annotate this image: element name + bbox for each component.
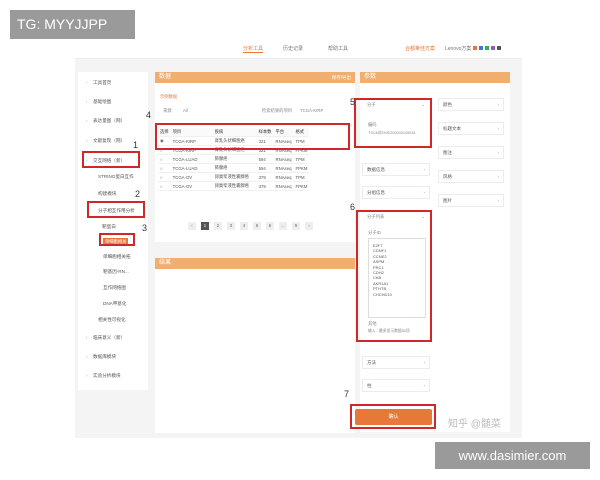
table-row[interactable]: ○ TCGA-OV 卵巢浆液性囊腺癌 379 RNAseq TPM bbox=[158, 172, 310, 182]
sample-data-link[interactable]: 示例数据 bbox=[160, 94, 177, 100]
page-next[interactable]: › bbox=[305, 222, 313, 230]
project-label: 检索结果的项目 bbox=[262, 108, 293, 113]
tab-history[interactable]: 历史记录 bbox=[283, 45, 303, 52]
facet-select[interactable]: 图片 › bbox=[438, 194, 504, 207]
data-panel-header: 数据 保存/导出 bbox=[155, 72, 355, 83]
table-row[interactable]: ○ TCGA-LUAD 肺腺癌 594 RNAseq TPM bbox=[158, 154, 310, 164]
annotation-number-4: 4 bbox=[146, 110, 152, 120]
page-button[interactable]: 2 bbox=[214, 222, 222, 230]
sidebar-item-network-graph[interactable]: 互作网络图 bbox=[103, 285, 126, 291]
style-select[interactable]: 风格 › bbox=[438, 170, 504, 183]
result-panel-title: 结果 bbox=[159, 260, 172, 266]
annotation-number-6: 6 bbox=[350, 202, 356, 212]
table-row[interactable]: ○ TCGA-LUAD 肺腺癌 594 RNAseq FPKM bbox=[158, 163, 310, 173]
source-label: 来源 bbox=[163, 108, 172, 113]
result-panel-header: 结果 bbox=[155, 258, 355, 269]
annotation-number-3: 3 bbox=[142, 223, 148, 233]
tab-help-tools[interactable]: 帮助工具 bbox=[328, 45, 348, 52]
sidebar-item-experiment[interactable]: 实验分析模块 bbox=[93, 373, 121, 379]
sidebar-item-target-protein[interactable]: 靶蛋白 bbox=[102, 224, 116, 230]
sidebar-item-basic-plot[interactable]: 基础绘图 bbox=[93, 99, 111, 105]
annotation-box-2 bbox=[87, 201, 145, 218]
annotation-number-5: 5 bbox=[350, 97, 356, 107]
export-button[interactable]: 保存/导出 bbox=[332, 72, 351, 83]
sidebar-item-database[interactable]: 数据库模块 bbox=[93, 354, 116, 360]
sidebar-item-expression[interactable]: 表达量图（网） bbox=[93, 118, 125, 124]
page-button[interactable]: 4 bbox=[240, 222, 248, 230]
radio[interactable]: ○ bbox=[158, 154, 171, 164]
page-button[interactable]: 6 bbox=[266, 222, 274, 230]
sidebar-item-single-cell-ext[interactable]: 单细胞相关拓 bbox=[103, 254, 131, 260]
annotation-box-3 bbox=[99, 233, 135, 246]
sidebar-item-target-rna[interactable]: 靶基因-RN... bbox=[103, 269, 129, 275]
watermark-zhihu: 知乎 @髄菜 bbox=[448, 419, 501, 430]
sidebar-item-dna-methylation[interactable]: DNA甲基化 bbox=[103, 301, 126, 307]
source-select[interactable]: All bbox=[183, 108, 188, 113]
data-info-select[interactable]: 数据信息 › bbox=[362, 163, 430, 176]
params-panel-header: 参数 bbox=[360, 72, 510, 83]
result-panel bbox=[155, 258, 355, 433]
annotation-number-2: 2 bbox=[135, 189, 141, 199]
other-select[interactable]: 柱 › bbox=[362, 379, 430, 392]
user-menu[interactable]: Lenovo方案 bbox=[445, 45, 471, 52]
title-text-select[interactable]: 标题文本 › bbox=[438, 122, 504, 135]
data-panel-title: 数据 bbox=[159, 74, 172, 80]
page-ellipsis: ... bbox=[279, 222, 287, 230]
tab-analysis-tools[interactable]: 分析工具 bbox=[243, 45, 264, 53]
group-info-select[interactable]: 分组信息 › bbox=[362, 186, 430, 199]
annotation-number-7: 7 bbox=[344, 389, 350, 399]
method-select[interactable]: 方法 › bbox=[362, 356, 430, 369]
annotation-number-1: 1 bbox=[133, 140, 139, 150]
annotation-box-7 bbox=[350, 404, 436, 429]
solution-link[interactable]: 合都莱佳方案 bbox=[405, 45, 435, 52]
watermark-top: TG: MYYJJPP bbox=[10, 10, 135, 39]
table-row[interactable]: ○ TCGA-OV 卵巢浆液性囊腺癌 379 RNAseq FPKM bbox=[158, 181, 310, 191]
annotation-box-6 bbox=[356, 210, 432, 342]
page-button[interactable]: 3 bbox=[227, 222, 235, 230]
params-panel-title: 参数 bbox=[364, 74, 377, 80]
watermark-bottom: www.dasimier.com bbox=[435, 442, 590, 469]
annotation-box-1 bbox=[82, 151, 140, 168]
sidebar-item-clinical[interactable]: 临床意义（新） bbox=[93, 335, 125, 341]
sidebar-item-correlation[interactable]: 相关性可视化 bbox=[98, 317, 126, 323]
project-value[interactable]: TCGA-KIRP bbox=[300, 108, 323, 113]
legend-select[interactable]: 图注 › bbox=[438, 146, 504, 159]
radio[interactable]: ○ bbox=[158, 163, 171, 173]
sidebar-item-module[interactable]: 构建模块 bbox=[98, 191, 116, 197]
page-button[interactable]: 9 bbox=[292, 222, 300, 230]
top-nav: 分析工具 历史记录 帮助工具 合都莱佳方案 Lenovo方案 bbox=[75, 40, 522, 59]
annotation-box-4 bbox=[155, 123, 350, 150]
radio[interactable]: ○ bbox=[158, 172, 171, 182]
annotation-box-5 bbox=[354, 98, 432, 148]
page-button[interactable]: 5 bbox=[253, 222, 261, 230]
sidebar-item-home[interactable]: 工具首页 bbox=[93, 80, 111, 86]
radio[interactable]: ○ bbox=[158, 181, 171, 191]
sidebar-item-literature[interactable]: 文献复现（网） bbox=[93, 138, 125, 144]
page-prev[interactable]: ‹ bbox=[188, 222, 196, 230]
color-select[interactable]: 颜色 › bbox=[438, 98, 504, 111]
sidebar-item-string[interactable]: STRING蛋白互作 bbox=[98, 174, 134, 180]
page-button[interactable]: 1 bbox=[201, 222, 209, 230]
